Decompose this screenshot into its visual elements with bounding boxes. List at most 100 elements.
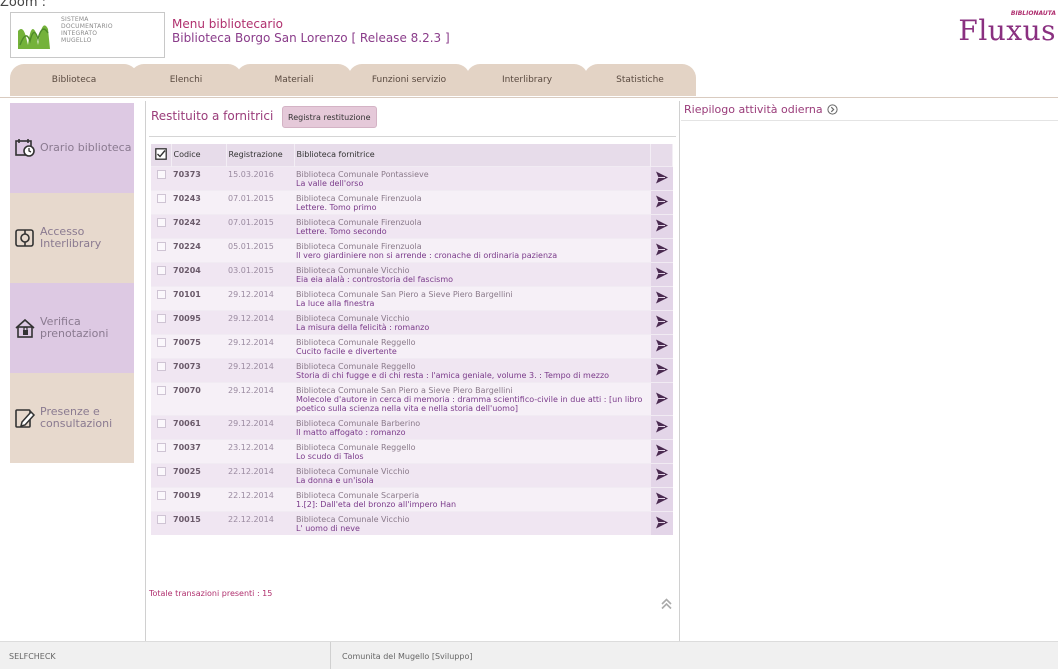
row-checkbox[interactable] [156,490,166,500]
sidebar-item-label: Accesso Interlibrary [40,225,102,250]
column-header-biblioteca[interactable]: Biblioteca fornitrice [294,144,651,166]
row-library-cell: Biblioteca Comunale Firenzuola Lettere. T… [294,189,651,214]
table-row[interactable]: 70037 23.12.2014 Biblioteca Comunale Regge… [151,438,673,463]
row-code: 70070 [171,381,226,415]
send-arrow-icon[interactable] [654,242,669,257]
table-row[interactable]: 70075 29.12.2014 Biblioteca Comunale Regge… [151,333,673,358]
row-library-name: Biblioteca Comunale Firenzuola [296,217,422,227]
row-checkbox[interactable] [156,442,166,452]
row-date: 22.12.2014 [226,486,294,511]
table-row[interactable]: 70373 15.03.2016 Biblioteca Comunale Ponta… [151,165,673,190]
table-row[interactable]: 70101 29.12.2014 Biblioteca Comunale San P… [151,285,673,310]
row-checkbox[interactable] [156,265,166,275]
table-row[interactable]: 70061 29.12.2014 Biblioteca Comunale Barbe… [151,414,673,439]
column-header-actions [650,144,673,166]
logo-text: SISTEMA DOCUMENTARIO INTEGRATO MUGELLO [61,16,113,44]
row-checkbox[interactable] [156,418,166,428]
app-header: SISTEMA DOCUMENTARIO INTEGRATO MUGELLO M… [0,8,1058,63]
row-checkbox[interactable] [156,241,166,251]
table-row[interactable]: 70243 07.01.2015 Biblioteca Comunale Firen… [151,189,673,214]
row-checkbox-cell [151,261,171,286]
sidebar-item-interlibrary[interactable]: Accesso Interlibrary [10,193,134,283]
riepilogo-header[interactable]: Riepilogo attività odierna [684,103,838,116]
checkbox-checked-icon [154,147,167,160]
footer-selfcheck: SELFCHECK [9,652,56,661]
tab-elenchi[interactable]: Elenchi [130,64,242,96]
send-arrow-icon[interactable] [654,467,669,482]
tab-statistiche[interactable]: Statistiche [584,64,696,96]
send-arrow-icon[interactable] [654,194,669,209]
row-checkbox[interactable] [156,169,166,179]
row-library-name: Biblioteca Comunale Reggello [296,337,416,347]
row-checkbox-cell [151,309,171,334]
row-library-name: Biblioteca Comunale Vicchio [296,514,410,524]
row-code: 70015 [171,510,226,535]
row-checkbox[interactable] [156,313,166,323]
row-checkbox[interactable] [156,361,166,371]
table-row[interactable]: 70070 29.12.2014 Biblioteca Comunale San P… [151,381,673,415]
row-action-cell [650,381,673,415]
row-library-name: Biblioteca Comunale Firenzuola [296,241,422,251]
tab-funzioni-servizio[interactable]: Funzioni servizio [348,64,470,96]
table-row[interactable]: 70242 07.01.2015 Biblioteca Comunale Firen… [151,213,673,238]
row-library-name: Biblioteca Comunale Reggello [296,442,416,452]
tab-biblioteca[interactable]: Biblioteca [10,64,138,96]
send-arrow-icon[interactable] [654,338,669,353]
send-arrow-icon[interactable] [654,290,669,305]
row-action-cell [650,213,673,238]
send-arrow-icon[interactable] [654,170,669,185]
send-arrow-icon[interactable] [654,419,669,434]
row-library-cell: Biblioteca Comunale Reggello Lo scudo di … [294,438,651,463]
sidebar-item-verifica-prenotazioni[interactable]: Verifica prenotazioni [10,283,134,373]
chevron-circle-right-icon[interactable] [827,104,838,115]
row-code: 70075 [171,333,226,358]
send-arrow-icon[interactable] [654,391,669,406]
table-row[interactable]: 70025 22.12.2014 Biblioteca Comunale Vicch… [151,462,673,487]
row-checkbox[interactable] [156,514,166,524]
row-book-title: Cucito facile e divertente [296,346,397,356]
row-code: 70061 [171,414,226,439]
row-checkbox[interactable] [156,217,166,227]
tab-materiali[interactable]: Materiali [236,64,352,96]
send-arrow-icon[interactable] [654,266,669,281]
riepilogo-title: Riepilogo attività odierna [684,103,823,116]
sidebar-item-orario[interactable]: Orario biblioteca [10,103,134,193]
send-arrow-icon[interactable] [654,314,669,329]
row-checkbox-cell [151,414,171,439]
send-arrow-icon[interactable] [654,362,669,377]
row-code: 70373 [171,165,226,190]
select-all-checkbox[interactable] [151,144,172,166]
table-row[interactable]: 70224 05.01.2015 Biblioteca Comunale Firen… [151,237,673,262]
row-library-cell: Biblioteca Comunale Vicchio L' uomo di ne… [294,510,651,535]
interlibrary-icon [15,229,34,247]
send-arrow-icon[interactable] [654,443,669,458]
send-arrow-icon[interactable] [654,218,669,233]
tab-interlibrary[interactable]: Interlibrary [466,64,588,96]
table-row[interactable]: 70019 22.12.2014 Biblioteca Comunale Scarp… [151,486,673,511]
row-checkbox[interactable] [156,466,166,476]
table-row[interactable]: 70015 22.12.2014 Biblioteca Comunale Vicch… [151,510,673,535]
registra-restituzione-button[interactable]: Registra restituzione [282,106,377,128]
row-library-name: Biblioteca Comunale San Piero a Sieve Pi… [296,289,513,299]
sidebar-item-presenze[interactable]: Presenze e consultazioni [10,373,134,463]
row-checkbox-cell [151,381,171,415]
row-checkbox[interactable] [156,385,166,395]
row-checkbox[interactable] [156,193,166,203]
table-row[interactable]: 70204 03.01.2015 Biblioteca Comunale Vicch… [151,261,673,286]
send-arrow-icon[interactable] [654,515,669,530]
column-header-codice[interactable]: Codice [171,144,227,166]
column-header-registrazione[interactable]: Registrazione [226,144,295,166]
send-arrow-icon[interactable] [654,491,669,506]
row-library-cell: Biblioteca Comunale Vicchio La donna e un… [294,462,651,487]
table-row[interactable]: 70073 29.12.2014 Biblioteca Comunale Regge… [151,357,673,382]
scroll-top-icon[interactable] [661,598,672,610]
row-action-cell [650,486,673,511]
row-library-name: Biblioteca Comunale San Piero a Sieve Pi… [296,385,513,395]
row-library-name: Biblioteca Comunale Scarperia [296,490,420,500]
row-checkbox[interactable] [156,337,166,347]
row-checkbox-cell [151,462,171,487]
table-row[interactable]: 70095 29.12.2014 Biblioteca Comunale Vicch… [151,309,673,334]
row-checkbox[interactable] [156,289,166,299]
row-library-cell: Biblioteca Comunale San Piero a Sieve Pi… [294,285,651,310]
row-book-title: La luce alla finestra [296,298,375,308]
